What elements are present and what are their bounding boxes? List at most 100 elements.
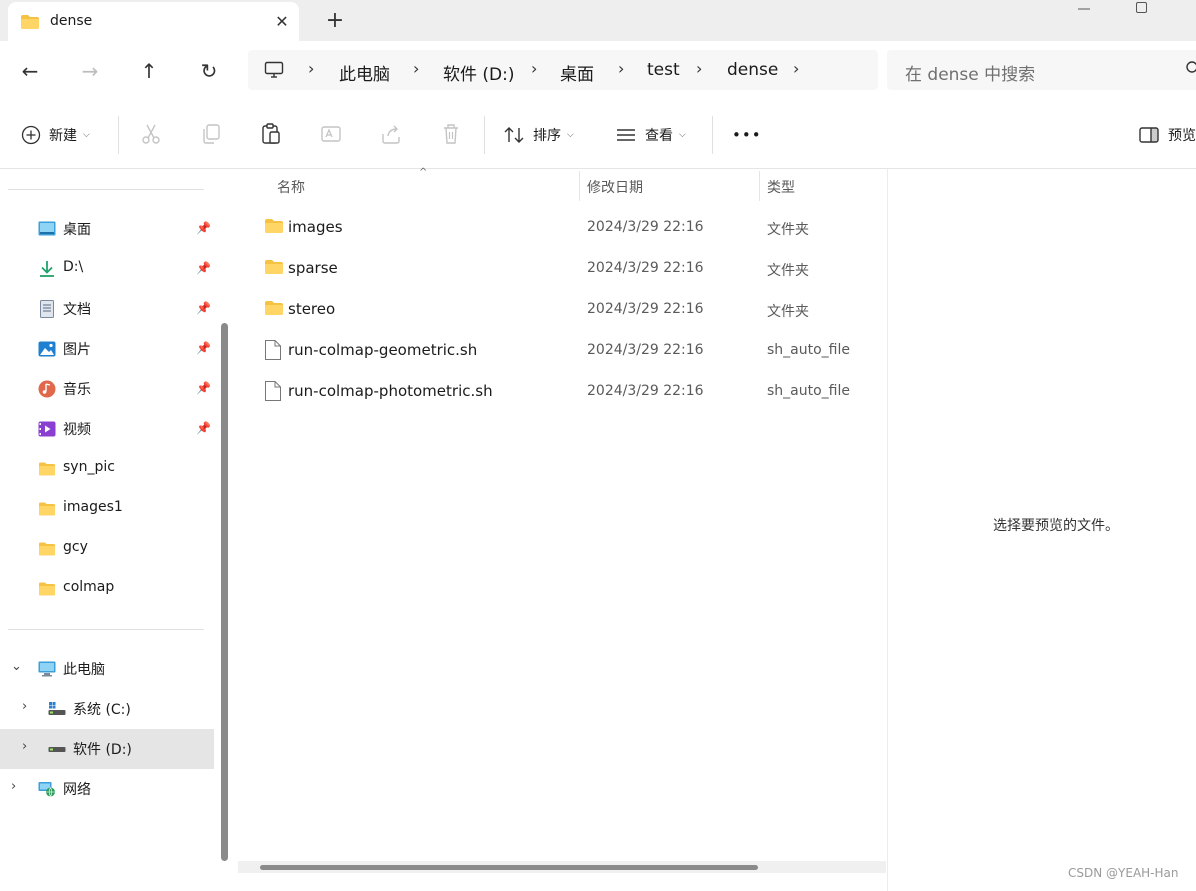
more-options-button[interactable]: ••• xyxy=(732,122,762,148)
breadcrumb-separator[interactable]: › xyxy=(618,59,624,78)
sidebar-item-drive-c[interactable]: › 系统 (C:) xyxy=(0,689,214,729)
horizontal-scrollbar[interactable] xyxy=(238,861,886,873)
forward-button[interactable]: → xyxy=(74,55,106,87)
file-icon xyxy=(265,381,281,401)
chevron-right-icon[interactable]: › xyxy=(22,699,27,714)
sort-icon xyxy=(504,127,524,143)
file-row[interactable]: sparse 2024/3/29 22:16 文件夹 xyxy=(238,248,886,288)
paste-icon[interactable] xyxy=(259,122,283,146)
file-name: sparse xyxy=(288,259,338,277)
sort-label: 排序 xyxy=(533,128,561,144)
pin-icon: 📌 xyxy=(196,421,211,435)
sidebar-item-colmap[interactable]: colmap xyxy=(0,569,214,609)
sidebar-item-desktop[interactable]: 桌面 📌 xyxy=(0,209,214,249)
preview-pane-button[interactable]: 预览 xyxy=(1138,122,1196,148)
sort-button[interactable]: 排序 ⌵ xyxy=(503,122,574,148)
sidebar-item-videos[interactable]: 视频 📌 xyxy=(0,409,214,449)
column-header-name[interactable]: 名称 xyxy=(277,177,305,197)
file-row[interactable]: run-colmap-geometric.sh 2024/3/29 22:16 … xyxy=(238,330,886,370)
navigation-bar: ← → ↑ ↻ › 此电脑 › 软件 (D:) › 桌面 › test › de… xyxy=(0,41,1196,100)
scrollbar-thumb[interactable] xyxy=(260,865,758,870)
sidebar-item-label: images1 xyxy=(63,499,123,515)
file-row[interactable]: run-colmap-photometric.sh 2024/3/29 22:1… xyxy=(238,371,886,411)
new-button[interactable]: 新建 ⌵ xyxy=(21,122,90,148)
file-date: 2024/3/29 22:16 xyxy=(587,260,704,276)
breadcrumb-drive-d[interactable]: 软件 (D:) xyxy=(443,60,515,85)
breadcrumb-separator[interactable]: › xyxy=(308,59,314,78)
preview-message: 选择要预览的文件。 xyxy=(993,518,1119,534)
tab-dense[interactable]: dense ✕ xyxy=(8,2,299,41)
sidebar-item-label: 网络 xyxy=(63,782,91,798)
chevron-down-icon: ⌵ xyxy=(567,130,574,140)
column-divider[interactable] xyxy=(759,171,760,201)
search-placeholder[interactable]: 在 dense 中搜索 xyxy=(905,60,1035,85)
breadcrumb-test[interactable]: test xyxy=(647,60,680,80)
delete-icon[interactable] xyxy=(439,122,463,146)
video-icon xyxy=(38,421,56,437)
chevron-right-icon[interactable]: › xyxy=(11,779,16,794)
file-name: stereo xyxy=(288,300,336,318)
sidebar-item-this-pc[interactable]: ⌄ 此电脑 xyxy=(0,649,214,689)
music-icon xyxy=(38,380,56,398)
pin-icon: 📌 xyxy=(196,261,211,275)
breadcrumb-separator[interactable]: › xyxy=(531,59,537,78)
back-button[interactable]: ← xyxy=(14,55,46,87)
navigation-pane: 桌面 📌 D:\ 📌 文档 📌 图片 📌 音乐 📌 视频 📌 syn_pic i… xyxy=(0,169,230,891)
file-name: images xyxy=(288,218,343,236)
divider xyxy=(8,629,204,630)
file-row[interactable]: images 2024/3/29 22:16 文件夹 xyxy=(238,207,886,247)
column-header-date[interactable]: 修改日期 xyxy=(587,177,643,197)
sidebar-item-network[interactable]: › 网络 xyxy=(0,769,214,809)
search-box[interactable]: 在 dense 中搜索 xyxy=(887,50,1196,90)
pin-icon: 📌 xyxy=(196,341,211,355)
sidebar-item-documents[interactable]: 文档 📌 xyxy=(0,289,214,329)
sidebar-item-music[interactable]: 音乐 📌 xyxy=(0,369,214,409)
copy-icon[interactable] xyxy=(199,122,223,146)
breadcrumb-this-pc[interactable]: 此电脑 xyxy=(339,60,390,85)
desktop-icon xyxy=(38,221,56,236)
sidebar-item-drive-d[interactable]: › 软件 (D:) xyxy=(0,729,214,769)
sidebar-item-syn-pic[interactable]: syn_pic xyxy=(0,449,214,489)
sidebar-item-label: 软件 (D:) xyxy=(73,742,132,758)
sidebar-item-label: 音乐 xyxy=(63,382,91,398)
breadcrumb-separator[interactable]: › xyxy=(696,59,702,78)
sidebar-item-label: colmap xyxy=(63,579,115,595)
share-icon[interactable] xyxy=(379,122,403,146)
file-date: 2024/3/29 22:16 xyxy=(587,219,704,235)
search-icon[interactable] xyxy=(1185,60,1196,76)
chevron-down-icon[interactable]: ⌄ xyxy=(11,659,22,674)
file-date: 2024/3/29 22:16 xyxy=(587,342,704,358)
breadcrumb-dense[interactable]: dense xyxy=(727,60,778,80)
chevron-right-icon[interactable]: › xyxy=(22,739,27,754)
file-row[interactable]: stereo 2024/3/29 22:16 文件夹 xyxy=(238,289,886,329)
sidebar-item-images1[interactable]: images1 xyxy=(0,489,214,529)
preview-label: 预览 xyxy=(1168,128,1196,144)
file-name: run-colmap-geometric.sh xyxy=(288,341,478,359)
view-list-icon xyxy=(617,129,635,141)
new-tab-button[interactable]: + xyxy=(323,9,347,33)
chevron-down-icon: ⌵ xyxy=(83,130,90,140)
address-bar[interactable]: › 此电脑 › 软件 (D:) › 桌面 › test › dense › xyxy=(248,50,878,90)
command-bar: 新建 ⌵ 排序 ⌵ 查看 ⌵ ••• 预览 xyxy=(0,100,1196,169)
close-tab-icon[interactable]: ✕ xyxy=(270,10,294,34)
file-type: 文件夹 xyxy=(767,222,809,238)
breadcrumb-separator[interactable]: › xyxy=(793,59,799,78)
sidebar-item-d-drive[interactable]: D:\ 📌 xyxy=(0,249,214,289)
breadcrumb-desktop[interactable]: 桌面 xyxy=(560,60,594,85)
sidebar-item-pictures[interactable]: 图片 📌 xyxy=(0,329,214,369)
divider xyxy=(118,116,119,154)
rename-icon[interactable] xyxy=(319,122,343,146)
sidebar-item-label: 系统 (C:) xyxy=(73,702,131,718)
refresh-button[interactable]: ↻ xyxy=(193,55,225,87)
breadcrumb-separator[interactable]: › xyxy=(413,59,419,78)
column-header-type[interactable]: 类型 xyxy=(767,177,795,197)
column-divider[interactable] xyxy=(579,171,580,201)
view-button[interactable]: 查看 ⌵ xyxy=(615,122,686,148)
sidebar-item-gcy[interactable]: gcy xyxy=(0,529,214,569)
folder-icon xyxy=(39,502,55,516)
maximize-icon[interactable] xyxy=(1134,0,1150,20)
cut-icon[interactable] xyxy=(139,122,163,146)
minimize-icon[interactable] xyxy=(1076,0,1092,20)
up-button[interactable]: ↑ xyxy=(133,55,165,87)
sidebar-scrollbar[interactable] xyxy=(221,323,228,861)
